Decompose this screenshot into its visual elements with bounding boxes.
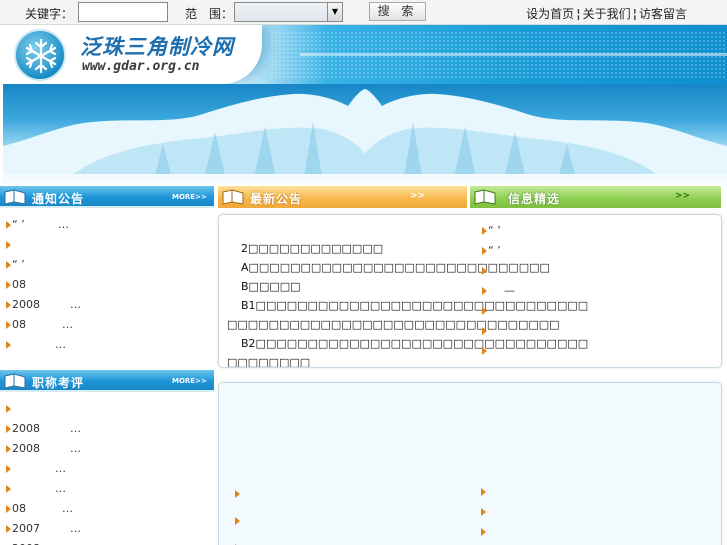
book-icon	[4, 189, 26, 205]
list-item[interactable]	[229, 538, 459, 545]
latest-more-link[interactable]: >>	[410, 191, 425, 201]
list-item[interactable]: …	[0, 479, 214, 499]
list-item[interactable]: 2008	[0, 539, 214, 545]
list-item[interactable]: 2008…	[0, 295, 214, 315]
list-item[interactable]: 2008…	[0, 419, 214, 439]
exam-more-link[interactable]: MORE>>	[172, 377, 207, 385]
about-us-link[interactable]: 关于我们	[583, 7, 631, 21]
keyword-label: 关键字：	[25, 7, 74, 21]
list-item[interactable]	[475, 482, 705, 502]
list-item[interactable]	[229, 484, 459, 504]
list-item[interactable]: 08…	[0, 315, 214, 335]
list-item[interactable]: “ ’…	[0, 215, 214, 235]
list-item[interactable]	[476, 341, 716, 361]
top-search-bar: 关键字： 范 围： ▼ 搜 索 设为首页 ¦ 关于我们 ¦ 访客留言	[0, 0, 727, 25]
logo-band: 泛珠三角制冷网 www.gdar.org.cn	[0, 25, 727, 84]
list-item[interactable]	[476, 261, 716, 281]
list-item[interactable]: …	[0, 459, 214, 479]
info-section-header: 信息精选 >>	[470, 186, 721, 208]
top-links: 设为首页 ¦ 关于我们 ¦ 访客留言	[526, 5, 687, 22]
list-item[interactable]	[475, 522, 705, 542]
decorative-glow-line	[300, 53, 727, 56]
keyword-input[interactable]	[78, 2, 168, 22]
announcement-paragraph: B□□□□□	[241, 280, 301, 293]
announcement-paragraph: 2□□□□□□□□□□□□□	[241, 242, 384, 255]
info-list: “ ’ “ ’ —	[476, 221, 716, 361]
notice-list: “ ’… “ ’ 08 2008… 08… …	[0, 215, 214, 355]
list-item[interactable]: —	[476, 281, 716, 301]
list-item[interactable]: 2008…	[0, 439, 214, 459]
glacier-banner-image	[3, 84, 727, 183]
latest-section-header: 最新公告 >>	[218, 186, 467, 208]
list-item[interactable]: 08	[0, 275, 214, 295]
list-item[interactable]: “ ’	[0, 255, 214, 275]
list-item[interactable]	[0, 235, 214, 255]
guestbook-link[interactable]: 访客留言	[639, 7, 687, 21]
link-separator: ¦	[576, 7, 581, 21]
list-item[interactable]	[476, 321, 716, 341]
list-item[interactable]: …	[0, 335, 214, 355]
lower-right-list	[475, 482, 705, 542]
info-more-link[interactable]: >>	[675, 191, 690, 201]
announcement-paragraph: □□□□□□□□	[227, 356, 311, 368]
notice-more-link[interactable]: MORE>>	[172, 193, 207, 201]
logo-title-cn: 泛珠三角制冷网	[80, 34, 234, 59]
scope-label: 范 围：	[185, 7, 234, 21]
list-item[interactable]: “ ’	[476, 221, 716, 241]
exam-list: 2008… 2008… … … 08… 2007… 2008	[0, 399, 214, 545]
logo-url-en: www.gdar.org.cn	[82, 59, 200, 74]
exam-section-header: 职称考评 MORE>>	[0, 370, 214, 392]
info-title: 信息精选	[508, 192, 561, 206]
book-icon	[4, 373, 26, 389]
book-icon	[474, 189, 496, 205]
list-item[interactable]	[229, 511, 459, 531]
notice-section-header: 通知公告 MORE>>	[0, 186, 214, 208]
link-separator: ¦	[632, 7, 637, 21]
lower-left-list	[229, 484, 459, 545]
book-icon	[222, 189, 244, 205]
scope-select[interactable]: ▼	[234, 2, 343, 22]
list-item[interactable]: 2007…	[0, 519, 214, 539]
search-button[interactable]: 搜 索	[369, 2, 426, 21]
notice-title: 通知公告	[32, 192, 85, 206]
list-item[interactable]: “ ’	[476, 241, 716, 261]
list-item[interactable]	[475, 502, 705, 522]
list-item[interactable]	[476, 301, 716, 321]
exam-title: 职称考评	[32, 376, 85, 390]
set-homepage-link[interactable]: 设为首页	[526, 7, 574, 21]
list-item[interactable]: 08…	[0, 499, 214, 519]
snowflake-icon	[14, 29, 66, 81]
chevron-down-icon[interactable]: ▼	[327, 3, 342, 21]
lower-content-box	[218, 382, 722, 545]
list-item[interactable]	[0, 399, 214, 419]
latest-title: 最新公告	[250, 192, 303, 206]
logo-panel[interactable]: 泛珠三角制冷网 www.gdar.org.cn	[0, 25, 262, 84]
